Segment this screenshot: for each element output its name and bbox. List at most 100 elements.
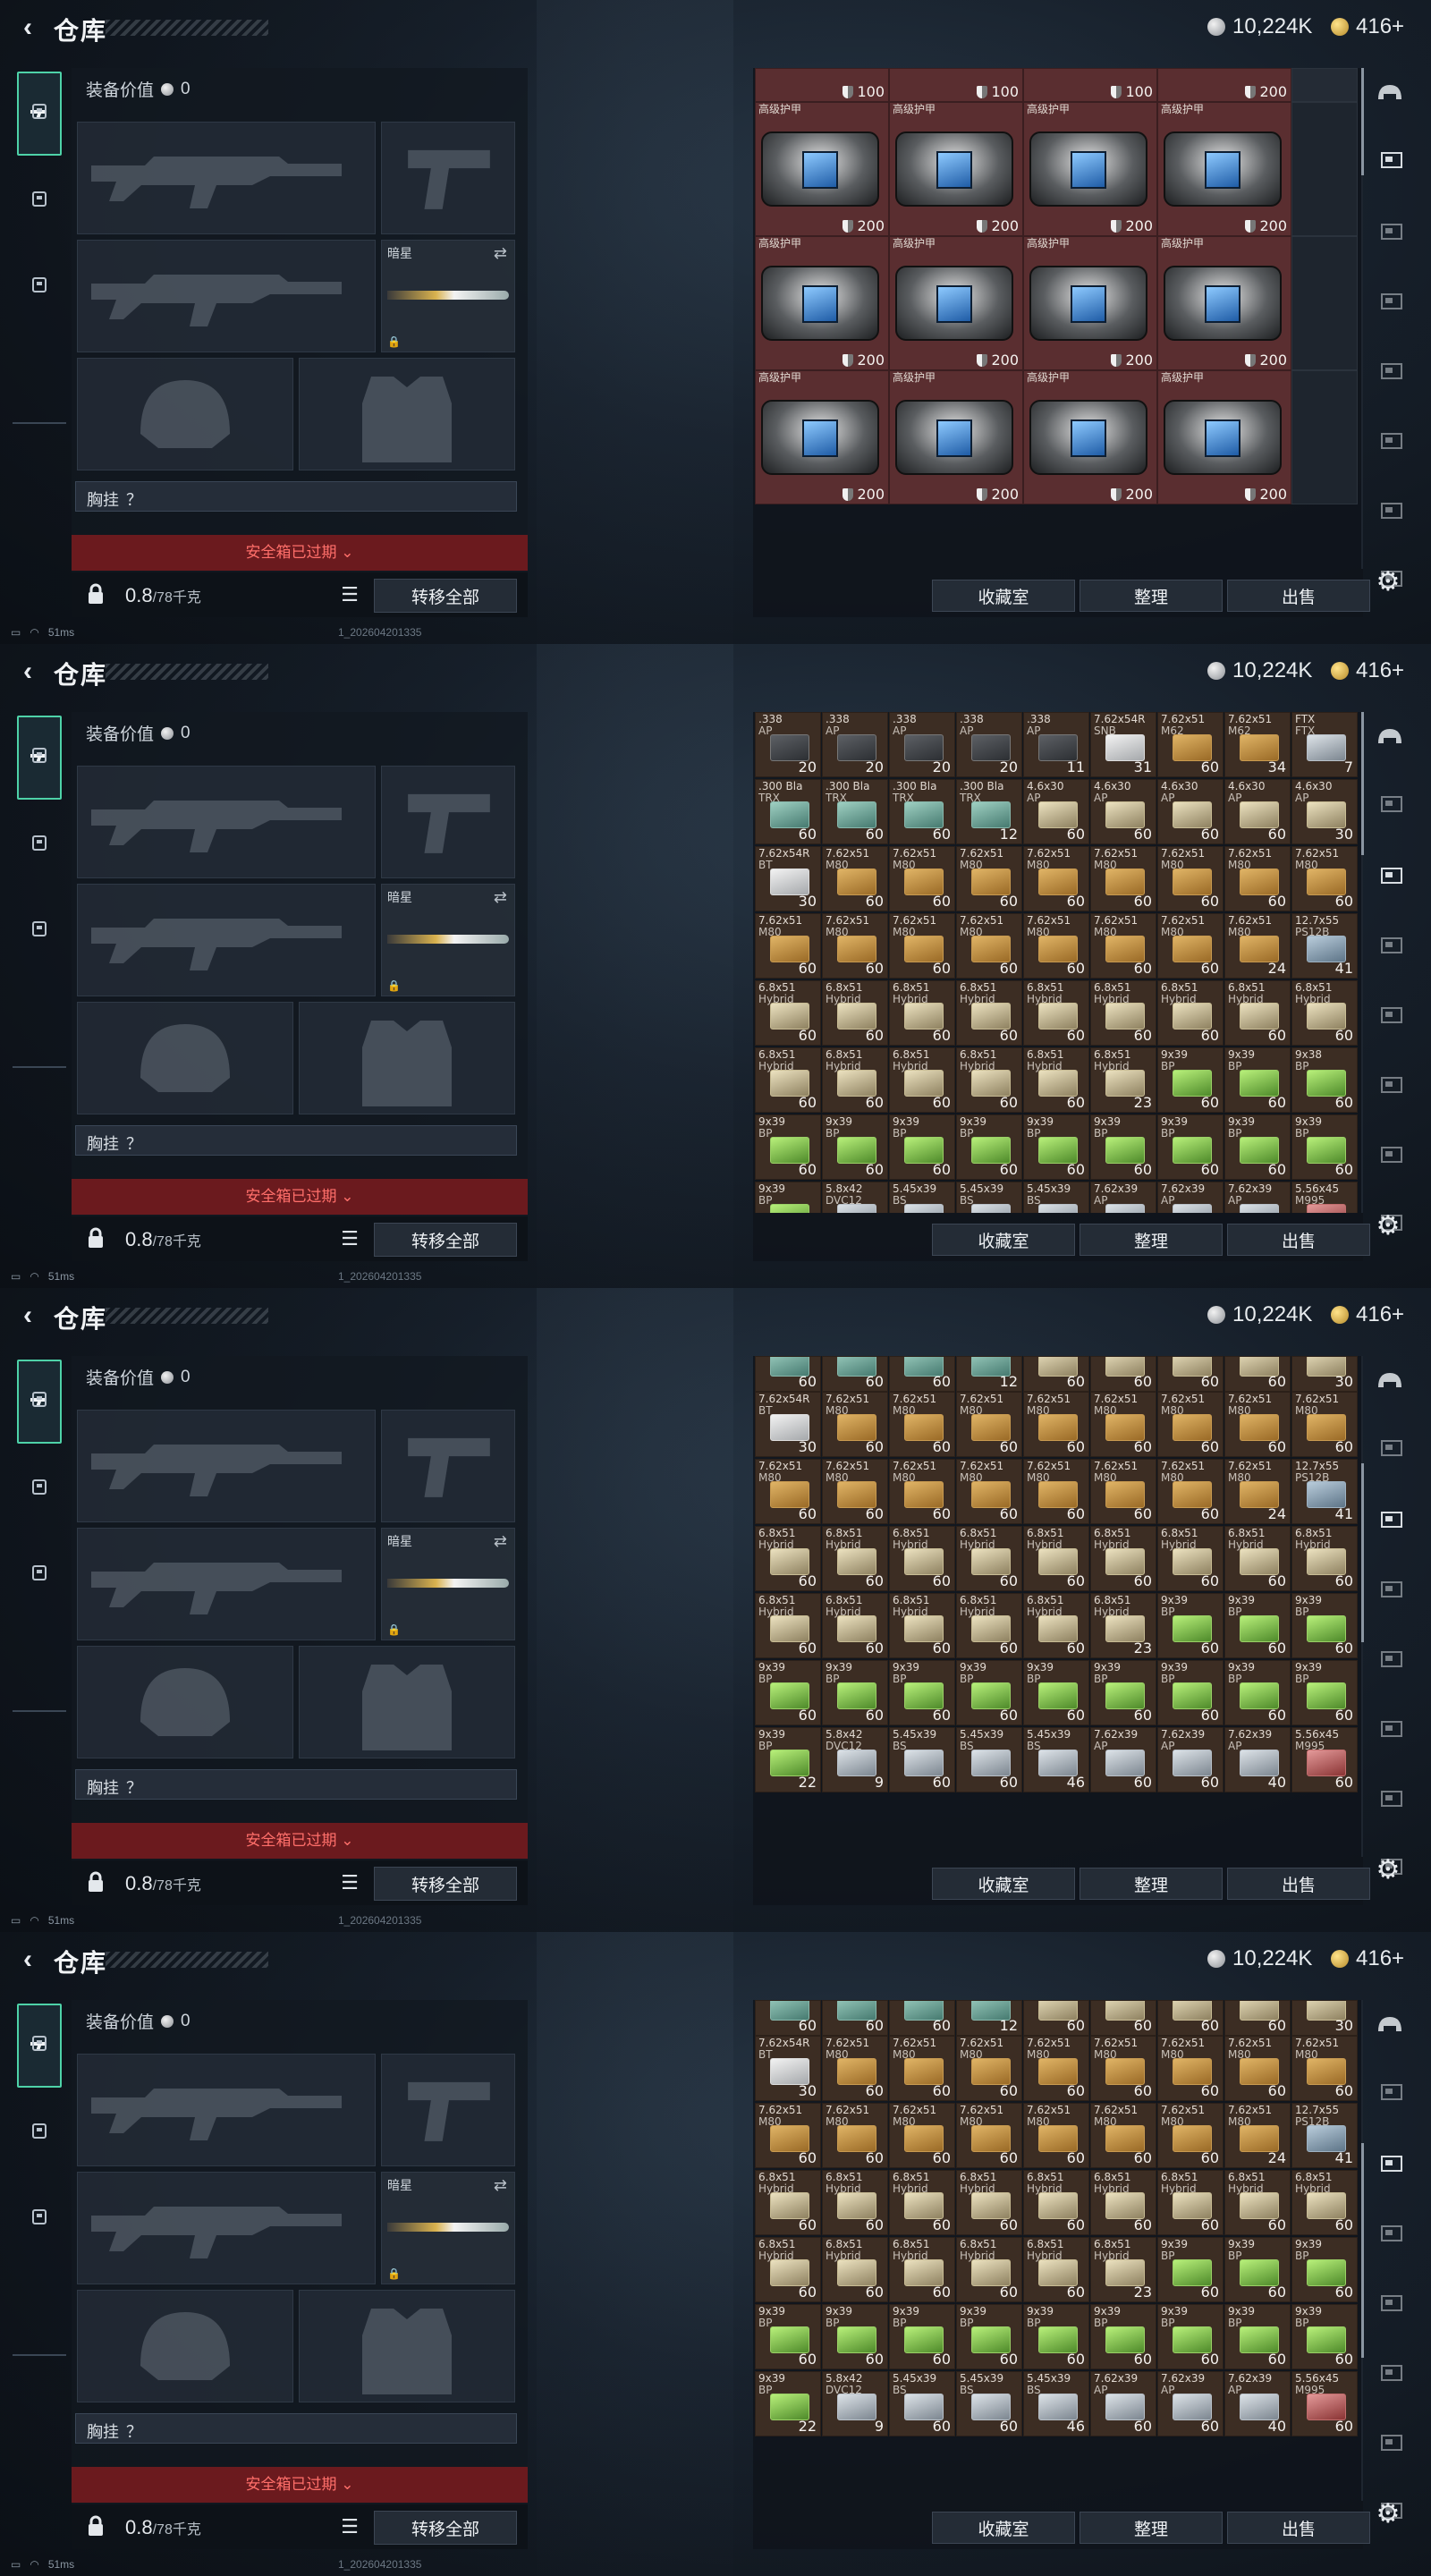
melee-slot[interactable]: 暗星 ⇄ 🔒 [381,1528,515,1640]
ammo-item[interactable]: 6.8x51 Hybrid 60 [889,2237,955,2302]
ammo-item[interactable]: 12 [956,2000,1022,2036]
ammo-item[interactable]: 7.62x51 M80 60 [1157,846,1224,911]
armor-item[interactable]: 100 [889,68,1023,102]
organize-button[interactable]: 整理 [1080,580,1223,612]
ammo-item[interactable]: 6.8x51 Hybrid 60 [889,1047,955,1113]
ammo-item[interactable]: 12.7x55 PS12B 41 [1291,913,1358,979]
ammo-item[interactable]: 6.8x51 Hybrid 60 [1224,2170,1291,2235]
armor-slot[interactable] [299,358,515,470]
ammo-item[interactable]: 7.62x51 M80 60 [889,913,955,979]
inventory-scrollbar[interactable] [1361,2143,1364,2358]
gold-currency[interactable]: 416+ [1331,14,1404,39]
list-view-icon[interactable]: ☰ [338,1871,361,1894]
ammo-item[interactable]: 7.62x51 M80 60 [1224,1392,1291,1457]
helmet-filter-tab[interactable] [1372,719,1408,755]
ammo-item[interactable]: 4.6x30 AP 60 [1157,779,1224,844]
ammo-item[interactable]: 7.62x51 M80 60 [956,1392,1022,1457]
empty-slot[interactable] [1291,236,1358,370]
back-arrow-icon[interactable]: ‹ [14,1301,41,1330]
ammo-item[interactable]: 6.8x51 Hybrid 60 [1023,1047,1089,1113]
transfer-all-button[interactable]: 转移全部 [374,579,517,613]
ammo-item[interactable]: 5.56x45 M995 60 [1291,2371,1358,2436]
ammo-item[interactable]: 9x39 BP 22 [755,1727,821,1792]
ammo-item[interactable]: 7.62x51 M80 60 [822,1459,888,1524]
armor-item[interactable]: 高级护甲 200 [889,370,1023,504]
ammo-item[interactable]: .338 AP 20 [889,712,955,777]
armor-item[interactable]: 高级护甲 200 [1157,102,1291,236]
sell-button[interactable]: 出售 [1227,2512,1370,2544]
ammo-item[interactable]: 9x39 BP 60 [1157,1593,1224,1658]
list-view-icon[interactable]: ☰ [338,2515,361,2538]
ammo-item[interactable]: 9x39 BP 60 [1224,1114,1291,1180]
ammo-item[interactable]: 5.45x39 BS [956,1182,1022,1213]
ammo-item[interactable]: 5.45x39 BS [1023,1182,1089,1213]
ammo-item[interactable]: 7.62x51 M80 60 [1090,1392,1156,1457]
ammo-item[interactable]: 9x39 BP 22 [755,2371,821,2436]
armor-item[interactable]: 高级护甲 200 [1023,236,1157,370]
ammo-item[interactable]: 6.8x51 Hybrid 60 [822,980,888,1046]
page-4-tab[interactable] [1372,2286,1408,2322]
ammo-item[interactable]: 9x39 BP 60 [1224,2237,1291,2302]
swap-icon[interactable]: ⇄ [494,244,507,263]
ammo-item[interactable]: 7.62x51 M80 24 [1224,2103,1291,2168]
helmet-slot[interactable] [77,1646,293,1758]
helmet-filter-tab[interactable] [1372,2007,1408,2043]
ammo-item[interactable]: 30 [1291,1356,1358,1392]
armor-item[interactable]: 高级护甲 200 [1023,370,1157,504]
inventory-scrollbar[interactable] [1361,712,1364,855]
ammo-item[interactable]: 7.62x51 M80 60 [1157,2036,1224,2101]
ammo-item[interactable]: 7.62x51 M80 60 [956,846,1022,911]
secondary-weapon-slot[interactable] [77,884,376,996]
empty-slot[interactable] [1291,68,1358,102]
ammo-item[interactable]: 7.62x39 AP [1157,1182,1224,1213]
page-1-tab[interactable] [1372,1431,1408,1467]
ammo-item[interactable]: 60 [1224,1356,1291,1392]
ammo-item[interactable]: 7.62x39 AP 60 [1090,2371,1156,2436]
sell-button[interactable]: 出售 [1227,1224,1370,1256]
armor-item[interactable]: 100 [755,68,889,102]
ammo-item[interactable]: 7.62x51 M80 60 [1224,2036,1291,2101]
backpack-tab[interactable] [18,177,61,220]
ammo-item[interactable]: 7.62x51 M80 60 [822,913,888,979]
ammo-item[interactable]: 7.62x51 M80 60 [1090,2036,1156,2101]
ammo-item[interactable]: 9x39 BP 60 [755,2304,821,2369]
ammo-item[interactable]: 7.62x51 M80 60 [1224,846,1291,911]
page-2-tab[interactable] [1372,859,1408,894]
ammo-item[interactable]: .300 Bla TRX 60 [822,779,888,844]
ammo-item[interactable]: 6.8x51 Hybrid 60 [956,1526,1022,1591]
organize-button[interactable]: 整理 [1080,1224,1223,1256]
ammo-item[interactable]: 6.8x51 Hybrid 60 [822,2237,888,2302]
gold-currency[interactable]: 416+ [1331,658,1404,683]
ammo-item[interactable]: 7.62x51 M80 60 [956,913,1022,979]
ammo-item[interactable]: 9x39 BP 60 [1023,2304,1089,2369]
ammo-item[interactable]: 6.8x51 Hybrid 60 [889,1593,955,1658]
armor-slot[interactable] [299,1646,515,1758]
ammo-item[interactable]: 5.45x39 BS 46 [1023,1727,1089,1792]
ammo-item[interactable]: 9x39 BP [755,1182,821,1213]
page-3-tab[interactable] [1372,928,1408,964]
ammo-item[interactable]: 7.62x54R BT 30 [755,1392,821,1457]
ammo-item[interactable]: 7.62x51 M80 60 [755,2103,821,2168]
ammo-item[interactable]: 7.62x51 M80 60 [822,846,888,911]
ammo-item[interactable]: 7.62x39 AP [1090,1182,1156,1213]
ammo-item[interactable]: 6.8x51 Hybrid 60 [956,1047,1022,1113]
backpack-tab[interactable] [18,1465,61,1508]
armor-tab[interactable] [18,1377,61,1420]
page-7-tab[interactable] [1372,2494,1408,2529]
ammo-item[interactable]: 7.62x51 M80 60 [1291,1392,1358,1457]
page-1-tab[interactable] [1372,2075,1408,2111]
ammo-item[interactable]: 7.62x51 M80 60 [1090,846,1156,911]
page-3-tab[interactable] [1372,284,1408,320]
case-tab[interactable] [18,2195,61,2238]
ammo-item[interactable]: 7.62x51 M80 60 [1090,1459,1156,1524]
ammo-item[interactable]: 7.62x39 AP 40 [1224,1727,1291,1792]
page-6-tab[interactable] [1372,2426,1408,2462]
chest-rig-slot[interactable]: 胸挂 ？ [75,481,517,512]
ammo-item[interactable]: 9x39 BP 60 [889,1114,955,1180]
melee-slot[interactable]: 暗星 ⇄ 🔒 [381,884,515,996]
inventory-scrollbar[interactable] [1361,68,1364,175]
page-7-tab[interactable] [1372,562,1408,597]
ammo-item[interactable]: 6.8x51 Hybrid 60 [1157,980,1224,1046]
ammo-item[interactable]: 6.8x51 Hybrid 60 [1023,1593,1089,1658]
ammo-item[interactable]: 9x39 BP 60 [1291,2237,1358,2302]
